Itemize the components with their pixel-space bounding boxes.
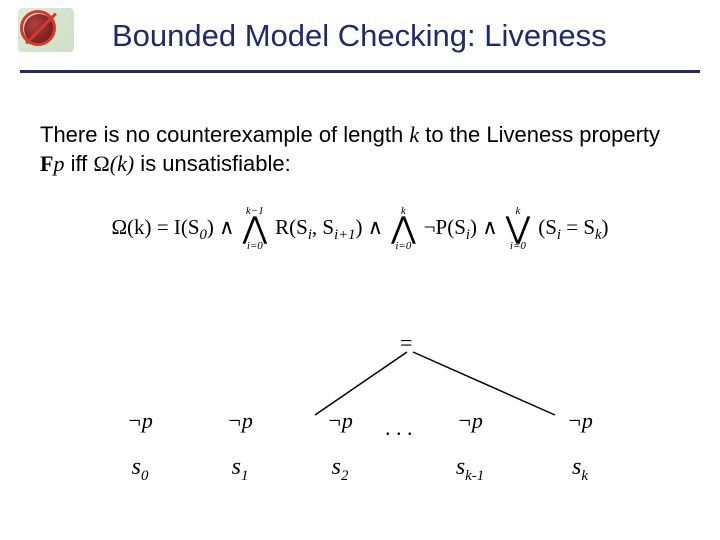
statement-suffix: is unsatisfiable:	[134, 151, 291, 176]
term-notP: ¬P(Si) ∧	[424, 215, 498, 244]
logo-no-bugs	[18, 8, 74, 52]
term-R-mid: , S	[312, 215, 334, 239]
formula-lhs: Ω(k) = I(S0) ∧	[111, 215, 234, 244]
state-sk-sub: k	[581, 468, 588, 484]
formula-lhs-sub: 0	[200, 227, 207, 243]
formula: Ω(k) = I(S0) ∧ k−1 ⋀ i=0 R(Si, Si+1) ∧ k…	[40, 206, 680, 252]
symbol-Fp: Fp	[40, 151, 64, 176]
term-loop-close: )	[602, 215, 609, 239]
state-s0: s0	[110, 454, 170, 485]
symbol-omega-k: Ω(k)	[93, 151, 134, 176]
node-skm1: ¬p sk-1	[440, 408, 500, 485]
label-notp-km1: ¬p	[440, 408, 500, 434]
state-s1-sub: 1	[241, 468, 248, 484]
bigor-bot: i=0	[510, 241, 526, 252]
statement-prefix: There is no counterexample of length	[40, 122, 409, 147]
symbol-omega: Ω	[93, 151, 109, 176]
term-R-open: R(S	[275, 215, 308, 239]
var-k: k	[409, 122, 419, 147]
state-skm1: sk-1	[440, 454, 500, 485]
bigor: k ⋁ i=0	[506, 206, 531, 252]
term-loop: (Si = Sk)	[538, 215, 608, 244]
omega-arg: (k)	[110, 151, 134, 176]
symbol-F: F	[40, 151, 53, 176]
state-s2-name: s	[332, 454, 341, 480]
ellipsis: . . .	[385, 415, 413, 441]
term-loop-open: (S	[538, 215, 557, 239]
term-notP-close: ) ∧	[470, 215, 498, 239]
bigand-2: k ⋀ i=0	[391, 206, 416, 252]
node-s1: ¬p s1	[210, 408, 270, 485]
formula-lhs-close: ) ∧	[207, 215, 235, 239]
bigand-1: k−1 ⋀ i=0	[243, 206, 268, 252]
bigor-icon: ⋁	[506, 217, 531, 241]
label-notp-k: ¬p	[550, 408, 610, 434]
slide-header: Bounded Model Checking: Liveness	[0, 0, 720, 62]
state-sk: sk	[550, 454, 610, 485]
label-notp-1: ¬p	[210, 408, 270, 434]
state-s1: s1	[210, 454, 270, 485]
label-notp-0: ¬p	[110, 408, 170, 434]
state-s0-sub: 0	[141, 468, 148, 484]
no-symbol-icon	[20, 10, 56, 46]
equals-sign: =	[400, 330, 412, 356]
state-skm1-sub: k-1	[465, 468, 484, 484]
statement-mid1: to the Liveness property	[419, 122, 660, 147]
statement-mid2: iff	[64, 151, 93, 176]
node-s0: ¬p s0	[110, 408, 170, 485]
formula-lhs-text: Ω(k) = I(S	[111, 215, 199, 239]
slide-body: There is no counterexample of length k t…	[0, 73, 720, 252]
bigand-icon: ⋀	[243, 217, 268, 241]
term-loop-eq: = S	[561, 215, 595, 239]
bigand-1-bot: i=0	[247, 241, 263, 252]
state-s0-name: s	[132, 454, 141, 480]
statement-text: There is no counterexample of length k t…	[40, 121, 680, 178]
formula-math: Ω(k) = I(S0) ∧ k−1 ⋀ i=0 R(Si, Si+1) ∧ k…	[111, 206, 608, 252]
term-R-sub-b: i+1	[334, 227, 355, 243]
node-sk: ¬p sk	[550, 408, 610, 485]
bigand-2-bot: i=0	[395, 241, 411, 252]
slide-title: Bounded Model Checking: Liveness	[112, 12, 700, 54]
state-skm1-name: s	[456, 454, 465, 480]
path-diagram: = ¬p s0 ¬p s1 ¬p s2 . . . ¬p sk-1 ¬p sk	[0, 330, 720, 500]
state-s1-name: s	[232, 454, 241, 480]
state-s2-sub: 2	[341, 468, 348, 484]
label-notp-2: ¬p	[310, 408, 370, 434]
symbol-p: p	[53, 151, 64, 176]
state-s2: s2	[310, 454, 370, 485]
term-R: R(Si, Si+1) ∧	[275, 215, 383, 244]
node-s2: ¬p s2	[310, 408, 370, 485]
bigand-icon-2: ⋀	[391, 217, 416, 241]
state-sk-name: s	[572, 454, 581, 480]
term-notP-open: ¬P(S	[424, 215, 466, 239]
term-R-close: ) ∧	[355, 215, 383, 239]
